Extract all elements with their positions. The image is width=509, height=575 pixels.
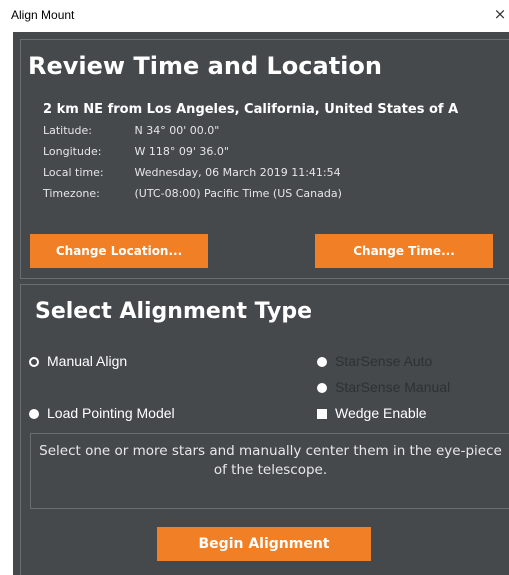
timezone-value: (UTC-08:00) Pacific Time (US Canada) bbox=[134, 187, 342, 200]
timezone-label: Timezone: bbox=[43, 187, 100, 200]
title-bar: Align Mount × bbox=[0, 0, 509, 30]
window-title: Align Mount bbox=[11, 8, 75, 22]
alignment-description: Select one or more stars and manually ce… bbox=[30, 433, 509, 509]
longitude-value: W 118° 09' 36.0" bbox=[134, 145, 229, 158]
radio-unselected-icon bbox=[29, 409, 39, 419]
change-time-button[interactable]: Change Time... bbox=[315, 234, 493, 268]
location-summary: 2 km NE from Los Angeles, California, Un… bbox=[43, 102, 459, 117]
radio-unselected-icon bbox=[317, 383, 327, 393]
load-pointing-model-radio[interactable]: Load Pointing Model bbox=[29, 405, 175, 421]
review-heading: Review Time and Location bbox=[28, 52, 382, 80]
latitude-row: Latitude: N 34° 00' 00.0" bbox=[43, 124, 342, 145]
timezone-row: Timezone: (UTC-08:00) Pacific Time (US C… bbox=[43, 187, 342, 208]
starsense-auto-label: StarSense Auto bbox=[335, 353, 433, 369]
wedge-enable-checkbox[interactable]: Wedge Enable bbox=[317, 405, 427, 421]
align-mount-dialog: Review Time and Location 2 km NE from Lo… bbox=[13, 32, 509, 575]
review-time-location-panel: Review Time and Location 2 km NE from Lo… bbox=[20, 39, 509, 279]
local-time-row: Local time: Wednesday, 06 March 2019 11:… bbox=[43, 166, 342, 187]
local-time-label: Local time: bbox=[43, 166, 104, 179]
radio-unselected-icon bbox=[317, 357, 327, 367]
load-pointing-model-label: Load Pointing Model bbox=[47, 405, 175, 421]
alignment-heading: Select Alignment Type bbox=[35, 299, 313, 324]
starsense-manual-label: StarSense Manual bbox=[335, 379, 451, 395]
longitude-row: Longitude: W 118° 09' 36.0" bbox=[43, 145, 342, 166]
alignment-type-panel: Select Alignment Type Manual Align StarS… bbox=[20, 284, 509, 575]
wedge-enable-label: Wedge Enable bbox=[335, 405, 427, 421]
manual-align-radio[interactable]: Manual Align bbox=[29, 353, 127, 369]
latitude-label: Latitude: bbox=[43, 124, 92, 137]
change-location-button[interactable]: Change Location... bbox=[30, 234, 208, 268]
manual-align-label: Manual Align bbox=[47, 353, 128, 369]
radio-selected-icon bbox=[29, 357, 39, 367]
checkbox-icon bbox=[317, 409, 327, 419]
longitude-label: Longitude: bbox=[43, 145, 102, 158]
latitude-value: N 34° 00' 00.0" bbox=[134, 124, 220, 137]
close-icon[interactable]: × bbox=[493, 5, 507, 23]
location-info-table: Latitude: N 34° 00' 00.0" Longitude: W 1… bbox=[43, 124, 342, 208]
starsense-auto-radio[interactable]: StarSense Auto bbox=[317, 353, 432, 369]
local-time-value: Wednesday, 06 March 2019 11:41:54 bbox=[134, 166, 341, 179]
begin-alignment-button[interactable]: Begin Alignment bbox=[157, 527, 371, 561]
starsense-manual-radio[interactable]: StarSense Manual bbox=[317, 379, 450, 395]
